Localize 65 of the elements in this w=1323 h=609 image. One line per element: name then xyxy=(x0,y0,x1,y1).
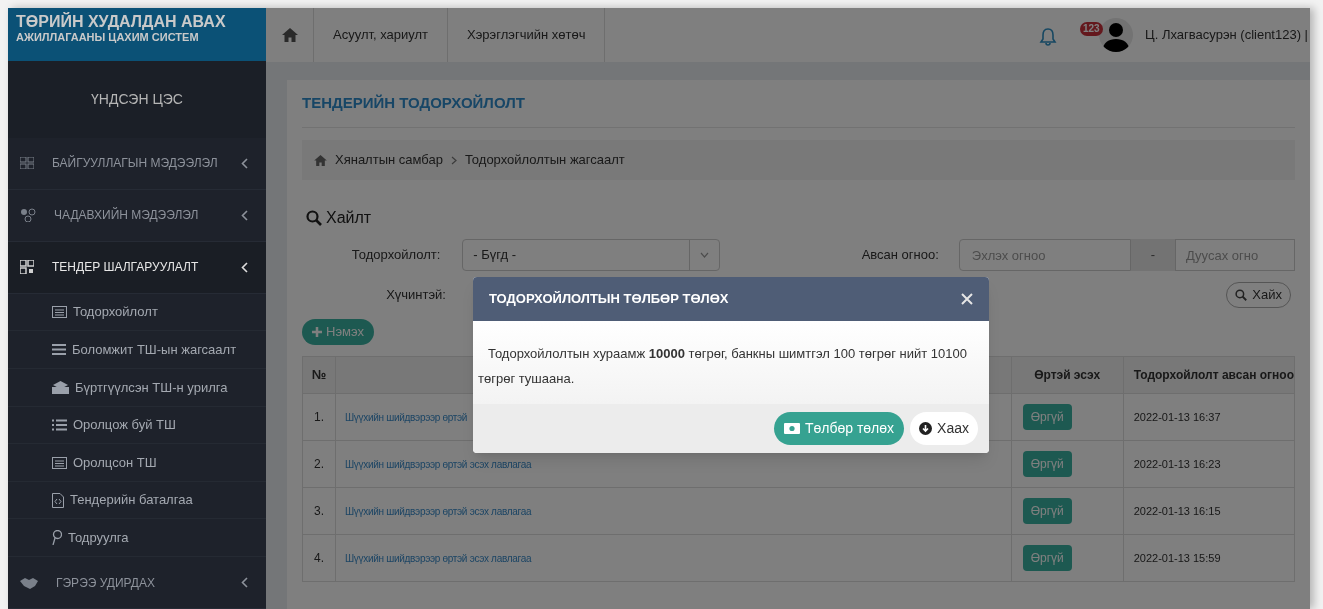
document-link[interactable]: Шүүхийн шийдвэрээр өртэй эсэх лавлагаа xyxy=(345,553,532,565)
search-icon xyxy=(1235,289,1248,301)
submenu-item[interactable]: Тодорхойлолт xyxy=(8,293,266,332)
logo-title: ТӨРИЙН ХУДАЛДАН АВАХ xyxy=(16,13,227,30)
table-cell: 2. xyxy=(302,440,336,488)
document-link[interactable]: Шүүхийн шийдвэрээр өртэй xyxy=(345,412,468,424)
table-cell: 2022-01-13 16:15 xyxy=(1123,487,1295,535)
network-icon xyxy=(20,208,36,223)
document-link[interactable]: Шүүхийн шийдвэрээр өртэй эсэх лавлагаа xyxy=(345,506,532,518)
sidebar-item[interactable]: ТЕНДЕР ШАЛГАРУУЛАЛТ xyxy=(8,241,266,294)
breadcrumb-link[interactable]: Хяналтын самбар xyxy=(335,150,443,170)
search-title: Хайлт xyxy=(326,208,372,228)
submenu-item[interactable]: Бүртгүүлсэн ТШ-н урилга xyxy=(8,369,266,407)
home-icon xyxy=(314,154,327,166)
field-label: Тодорхойлолт: xyxy=(350,246,442,265)
user-name[interactable]: Ц. Лхагвасурэн (client123) | xyxy=(1145,25,1308,45)
list-icon xyxy=(52,418,67,431)
dialog-title: ТОДОРХОЙЛОЛТЫН ТӨЛБӨР ТӨЛӨХ xyxy=(489,290,730,309)
table-cell: 2022-01-13 16:37 xyxy=(1123,393,1295,441)
download-icon xyxy=(919,422,933,435)
date-separator: - xyxy=(1130,239,1175,271)
grid-icon xyxy=(20,157,34,170)
chevron-icon xyxy=(241,209,248,221)
notification-badge: 123 xyxy=(1080,22,1103,36)
close-icon[interactable] xyxy=(961,293,973,305)
menu-icon xyxy=(52,344,66,356)
pay-button[interactable]: Төлбөр төлөх xyxy=(773,412,905,445)
nav-link[interactable]: Асуулт, хариулт xyxy=(314,8,449,62)
chevron-icon xyxy=(241,261,248,273)
submenu-item[interactable]: Оролцсон ТШ xyxy=(8,444,266,482)
logo-subtitle: АЖИЛЛАГААНЫ ЦАХИМ СИСТЕМ xyxy=(16,30,200,44)
table-cell: 3. xyxy=(302,487,336,535)
status-badge: Өргүй xyxy=(1022,451,1072,477)
column-header: Тодорхойлолт авсан огноо xyxy=(1123,356,1295,394)
field-label: Хүчинтэй: xyxy=(385,286,447,305)
menu-title: ҮНДСЭН ЦЭС xyxy=(91,90,183,109)
table-cell: 1. xyxy=(302,393,336,441)
search-icon xyxy=(306,210,322,226)
chevron-icon xyxy=(241,157,248,169)
avatar-icon[interactable] xyxy=(1099,18,1134,52)
chevron-icon xyxy=(450,155,457,165)
document-icon xyxy=(52,492,64,508)
column-header: Өртэй эсэх xyxy=(1011,356,1124,394)
table-cell: 2022-01-13 16:23 xyxy=(1123,440,1295,488)
table-cell: 2022-01-13 15:59 xyxy=(1123,534,1295,582)
list-icon xyxy=(52,456,67,469)
dialog-message: Тодорхойлолтын хураамж 10000 төгрөг, банкны шимтгэл 100 төгрөг нийт 10100 төгрөг тушаана. xyxy=(473,321,989,404)
list-icon xyxy=(52,306,67,319)
status-badge: Өргүй xyxy=(1022,498,1072,524)
cash-icon xyxy=(783,423,800,434)
status-badge: Өргүй xyxy=(1022,404,1072,430)
chevron-icon xyxy=(241,577,248,588)
column-header: № xyxy=(302,356,336,394)
nav-link[interactable]: Хэрэглэгчийн хөтөч xyxy=(448,8,606,62)
table-cell: 4. xyxy=(302,534,336,582)
document-link[interactable]: Шүүхийн шийдвэрээр өртэй эсэх лавлагаа xyxy=(345,459,532,471)
page-title: ТЕНДЕРИЙН ТОДОРХОЙЛОЛТ xyxy=(302,93,525,114)
type-select[interactable]: - Бүгд - xyxy=(462,239,720,271)
breadcrumb-current: Тодорхойлолтын жагсаалт xyxy=(464,151,625,170)
plus-icon xyxy=(312,327,322,337)
status-badge: Өргүй xyxy=(1022,545,1072,571)
close-button[interactable]: Хаах xyxy=(910,412,978,445)
qr-icon xyxy=(20,260,34,275)
caret-icon xyxy=(699,252,709,258)
field-label: Авсан огноо: xyxy=(860,246,940,265)
